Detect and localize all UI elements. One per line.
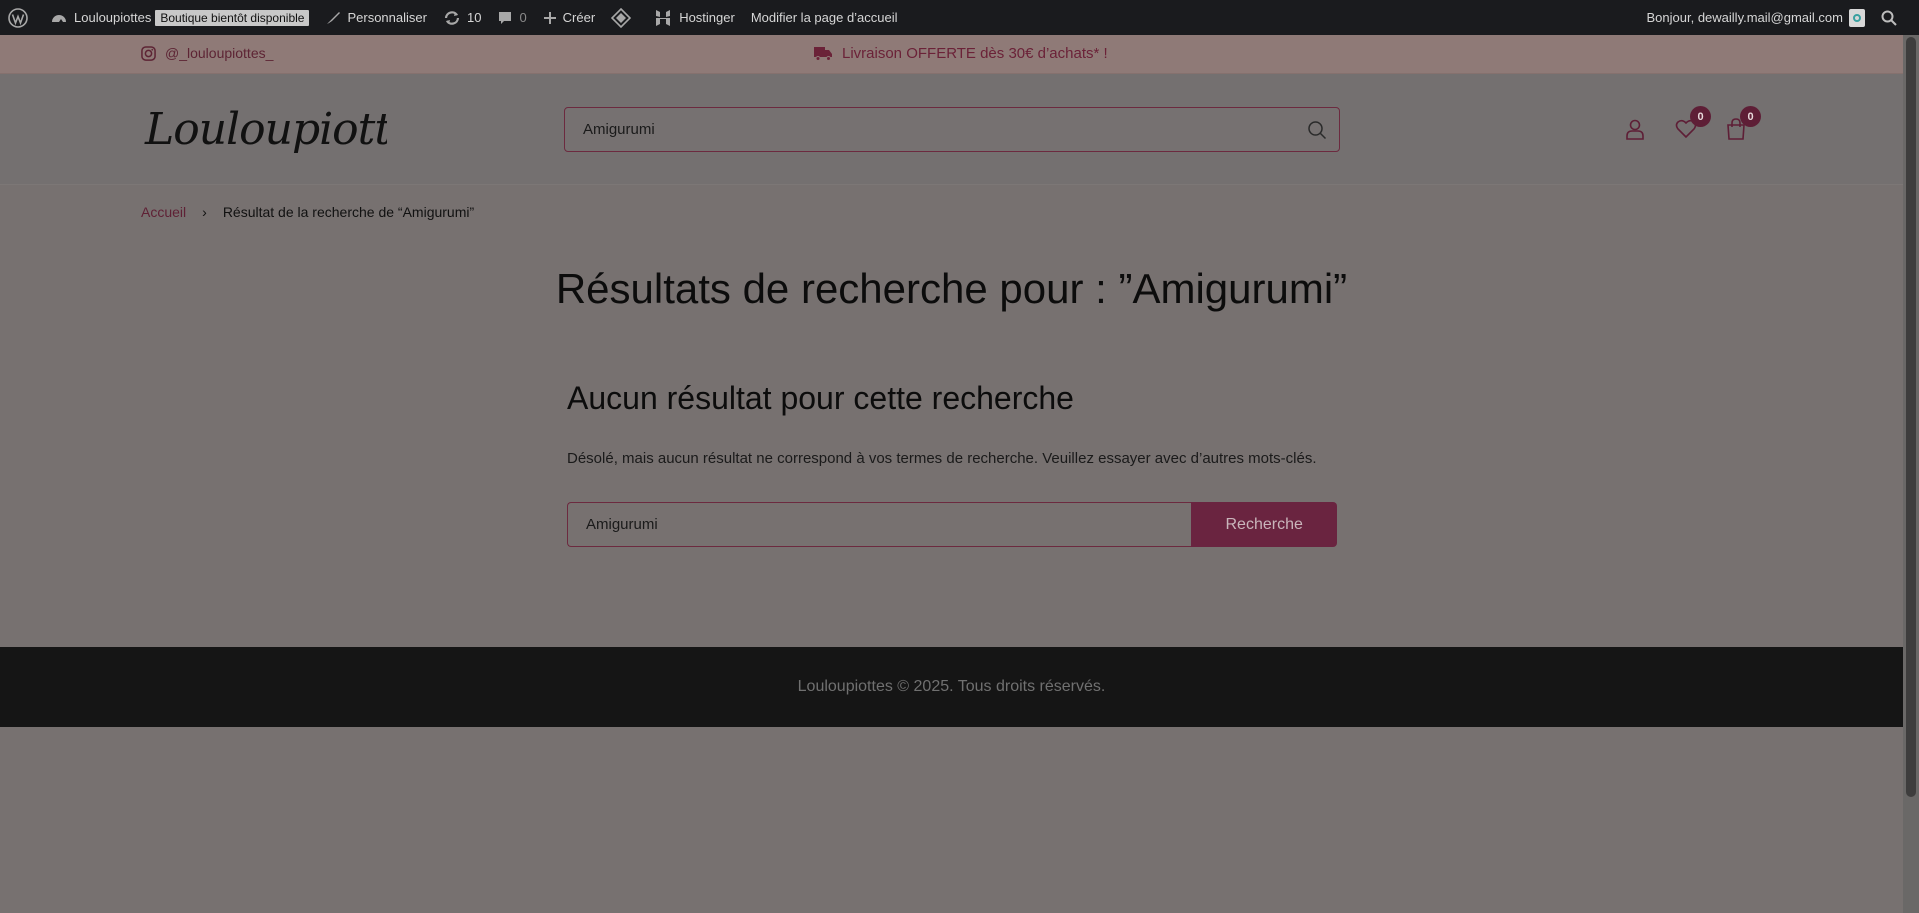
account-menu[interactable]: Bonjour, dewailly.mail@gmail.com — [1639, 0, 1873, 35]
site-footer: Louloupiottes © 2025. Tous droits réserv… — [0, 647, 1903, 727]
search-button[interactable]: Recherche — [1191, 502, 1337, 547]
hostinger-link[interactable]: Hostinger — [645, 0, 743, 35]
instagram-icon — [141, 45, 156, 61]
wishlist-count: 0 — [1690, 106, 1711, 127]
main-search-form: Recherche — [567, 502, 1337, 547]
edit-home-link[interactable]: Modifier la page d’accueil — [743, 0, 906, 35]
admin-site-name-label: Louloupiottes — [74, 10, 152, 25]
edit-home-label: Modifier la page d’accueil — [750, 10, 898, 25]
comments-count: 0 — [519, 10, 527, 25]
cart-count: 0 — [1740, 106, 1761, 127]
updates-link[interactable]: 10 — [435, 0, 489, 35]
logo-script: Louloupiottes — [144, 104, 439, 155]
svg-text:Louloupiottes: Louloupiottes — [144, 104, 387, 155]
instagram-link[interactable]: @_louloupiottes_ — [141, 45, 273, 61]
no-results-text: Désolé, mais aucun résultat ne correspon… — [567, 450, 1317, 467]
hostinger-icon — [656, 9, 671, 26]
hostinger-label: Hostinger — [679, 10, 735, 25]
site-logo[interactable]: Louloupiottes — [141, 96, 439, 167]
account-icon[interactable] — [1622, 116, 1648, 142]
avatar — [1849, 8, 1865, 27]
announcement-bar: @_louloupiottes_ Livraison OFFERTE dès 3… — [0, 35, 1903, 74]
greeting-label: Bonjour, dewailly.mail@gmail.com — [1646, 10, 1843, 25]
brush-icon — [327, 11, 341, 24]
wishlist-icon[interactable]: 0 — [1673, 106, 1711, 142]
page-title: Résultats de recherche pour : ”Amigurumi… — [555, 265, 1348, 312]
scrollbar-thumb[interactable] — [1906, 37, 1916, 797]
shipping-promo-text: Livraison OFFERTE dès 30€ d’achats* ! — [842, 45, 1108, 62]
header-search-input[interactable] — [565, 108, 1295, 151]
plus-icon — [543, 11, 556, 24]
shipping-promo: Livraison OFFERTE dès 30€ d’achats* ! — [813, 45, 1108, 62]
page-scrollbar[interactable] — [1903, 35, 1919, 913]
footer-copyright: Louloupiottes © 2025. Tous droits réserv… — [797, 678, 1106, 695]
comments-link[interactable]: 0 — [489, 0, 534, 35]
header-search-icon[interactable] — [1295, 108, 1339, 152]
customize-link[interactable]: Personnaliser — [317, 0, 435, 35]
updates-icon — [444, 10, 460, 25]
updates-count: 10 — [466, 10, 482, 25]
create-label: Créer — [562, 10, 596, 25]
admin-search-icon[interactable] — [1873, 0, 1919, 35]
header-search-bar — [564, 107, 1340, 152]
diamond-icon — [611, 7, 632, 28]
status-badge: Boutique bientôt disponible — [155, 9, 310, 26]
breadcrumb-home[interactable]: Accueil — [141, 204, 186, 220]
truck-icon — [814, 47, 832, 61]
admin-bar: Louloupiottes Boutique bientôt disponibl… — [0, 0, 1919, 35]
comment-icon — [499, 11, 512, 24]
create-link[interactable]: Créer — [535, 0, 604, 35]
breadcrumb-current: Résultat de la recherche de “Amigurumi” — [222, 204, 475, 220]
no-results-title: Aucun résultat pour cette recherche — [567, 380, 1074, 416]
dashboard-icon — [52, 14, 66, 22]
wordpress-logo-icon[interactable] — [0, 0, 42, 35]
customize-label: Personnaliser — [347, 10, 427, 25]
breadcrumb-separator: › — [202, 204, 207, 220]
main-search-input[interactable] — [567, 502, 1192, 547]
plugin-diamond-link[interactable] — [603, 0, 645, 35]
site-header: Louloupiottes 0 0 — [0, 74, 1903, 185]
instagram-handle: @_louloupiottes_ — [165, 45, 274, 61]
admin-site-name[interactable]: Louloupiottes Boutique bientôt disponibl… — [42, 0, 317, 35]
breadcrumb: Accueil › Résultat de la recherche de “A… — [141, 204, 474, 220]
cart-icon[interactable]: 0 — [1723, 106, 1761, 142]
